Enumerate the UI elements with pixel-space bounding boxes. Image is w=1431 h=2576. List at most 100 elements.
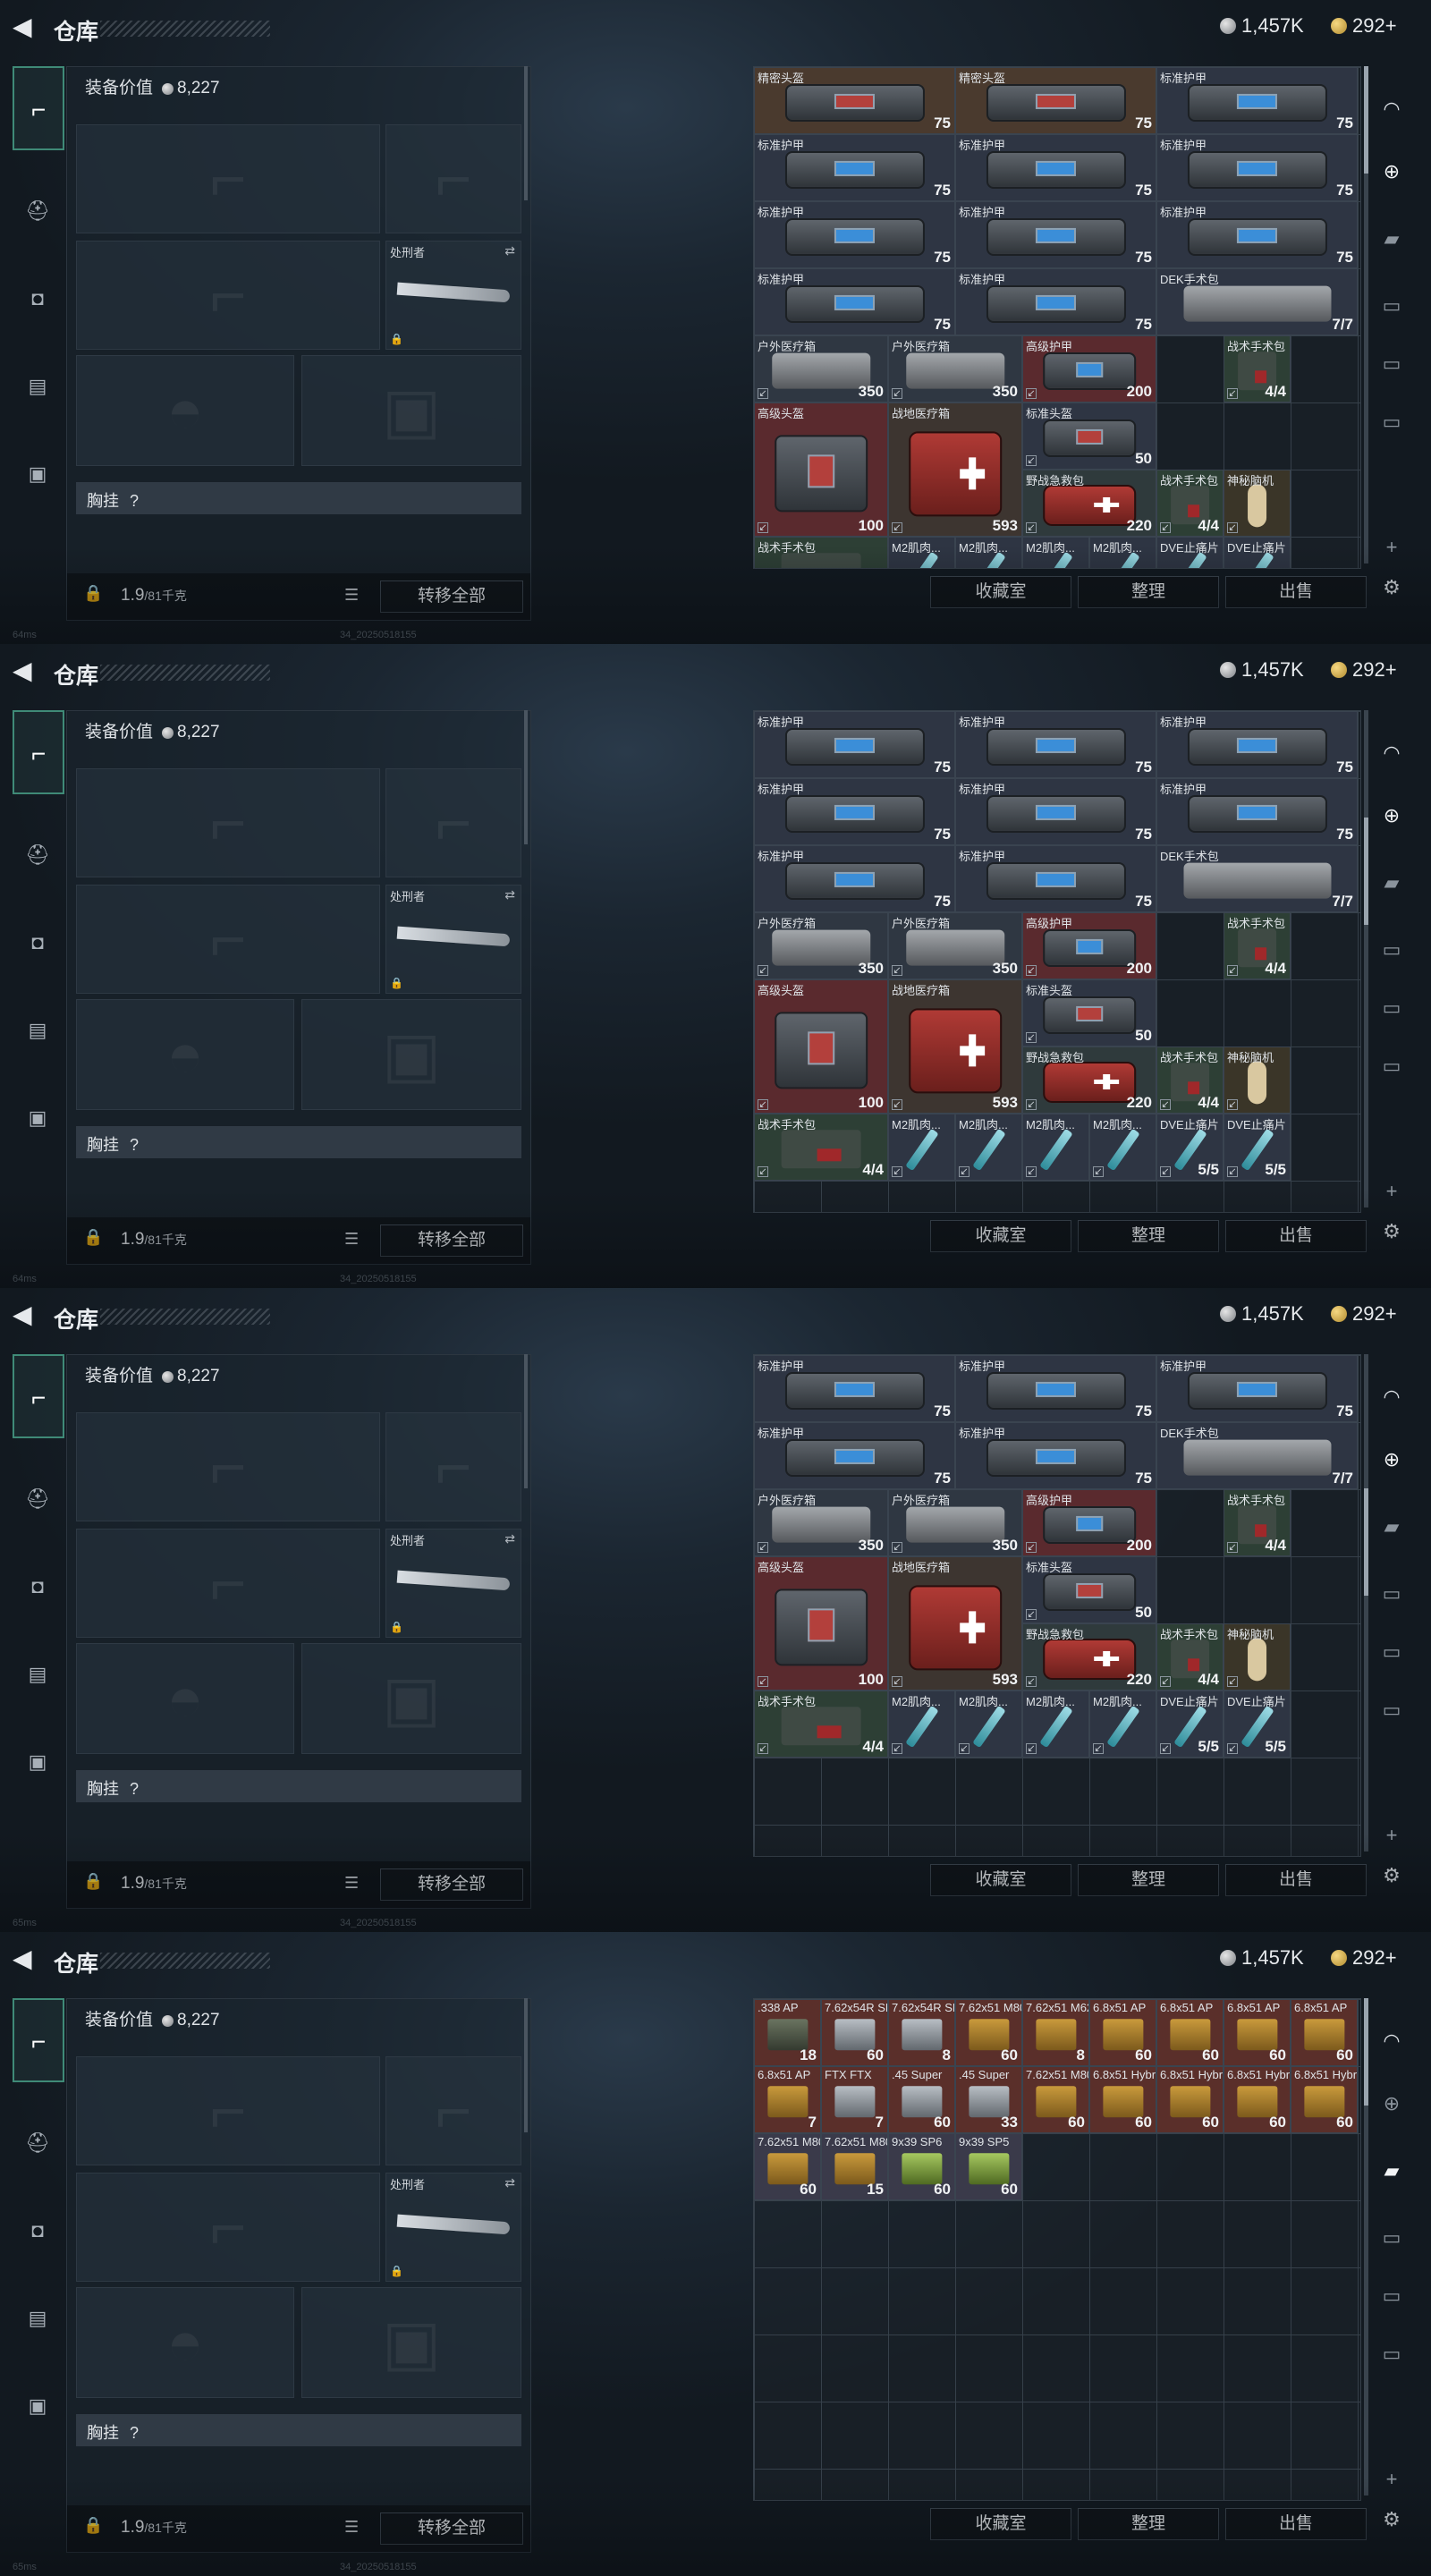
second-primary-slot[interactable]: ⌐ [76,2173,380,2282]
stash-scrollbar[interactable] [1364,1354,1368,1852]
stash-item[interactable]: DEK手术包 7/7 [1156,845,1358,912]
stash-item[interactable]: 户外医疗箱 350 ↙ [888,912,1022,979]
helmet-category-icon[interactable]: ◠ [1372,733,1411,773]
ammo-item[interactable]: 6.8x51 Hybrid 60 [1291,2066,1358,2133]
stash-item[interactable]: DEK手术包 7/7 [1156,268,1358,335]
stash-item[interactable]: 战地医疗箱 593 ↙ [888,1556,1022,1690]
stash-item[interactable]: 精密头盔 75 [754,67,955,134]
second-primary-slot[interactable]: ⌐ [76,1529,380,1638]
ammo-item[interactable]: .338 AP 18 [754,1999,821,2066]
transfer-all-button[interactable]: 转移全部 [380,1868,523,1901]
primary-weapon-slot[interactable]: ⌐ [76,2056,380,2165]
stash-item[interactable]: 战术手术包 4/4 ↙ [754,1690,888,1758]
list-view-icon[interactable]: ☰ [344,1874,359,1893]
stash-item[interactable]: M2肌肉...↙ [1022,537,1089,568]
chest-rig-slot[interactable]: 胸挂? [76,1126,521,1158]
sell-button[interactable]: 出售 [1225,2508,1367,2540]
melee-slot[interactable]: 处刑者 ⇄ 🔒 [385,885,521,994]
collection-room-button[interactable]: 收藏室 [930,1864,1071,1896]
helmet-category-icon[interactable]: ◠ [1372,1377,1411,1417]
sell-button[interactable]: 出售 [1225,576,1367,608]
ammo-item[interactable]: 7.62x54R SNB 8 [888,1999,955,2066]
add-icon[interactable]: + [1372,1172,1411,1211]
melee-slot[interactable]: 处刑者 ⇄ 🔒 [385,1529,521,1638]
chest-rig-slot[interactable]: 胸挂? [76,1770,521,1802]
stash-item[interactable]: M2肌肉...↙ [955,537,1022,568]
transfer-all-button[interactable]: 转移全部 [380,2512,523,2545]
equipment-scrollbar[interactable] [524,710,528,844]
stash-item[interactable]: 高级护甲 200 ↙ [1022,912,1156,979]
stash-item[interactable]: 野战急救包 220 ↙ [1022,1046,1156,1114]
gold-currency[interactable]: 292+ [1331,14,1397,38]
ammo-item[interactable]: 7.62x51 M80 60 [955,1999,1022,2066]
secondary-weapon-slot[interactable]: ⌐ [385,768,521,877]
stash-item[interactable]: 标准头盔 50 ↙ [1022,402,1156,470]
equipment-scrollbar[interactable] [524,66,528,200]
helmet-slot[interactable]: ◓ [76,1643,294,1754]
settings-gear-icon[interactable]: ⚙ [1372,568,1411,607]
tv-icon-2[interactable]: ▭ [1372,344,1411,384]
stash-item[interactable]: DVE止痛片5/5↙ [1156,1690,1224,1758]
swap-icon[interactable]: ⇄ [504,2175,515,2190]
second-primary-slot[interactable]: ⌐ [76,241,380,350]
stash-item[interactable]: DEK手术包 7/7 [1156,1422,1358,1489]
stash-item[interactable]: 标准护甲 75 [754,1355,955,1422]
helmet-category-icon[interactable]: ◠ [1372,2021,1411,2061]
helmet-icon[interactable]: ⛑ [18,191,57,231]
swap-icon[interactable]: ⇄ [504,887,515,902]
tv-icon-3[interactable]: ▭ [1372,1046,1411,1086]
list-view-icon[interactable]: ☰ [344,1230,359,1249]
help-icon[interactable]: ? [130,492,139,510]
help-icon[interactable]: ? [130,2424,139,2442]
stash-item[interactable]: 标准护甲 75 [1156,67,1358,134]
tv-icon-1[interactable]: ▭ [1372,2218,1411,2258]
stash-item[interactable]: 标准护甲 75 [1156,201,1358,268]
tv-icon-1[interactable]: ▭ [1372,930,1411,970]
stash-item[interactable]: 标准护甲 75 [1156,134,1358,201]
stash-item[interactable]: DVE止痛片5/5↙ [1224,1690,1291,1758]
stash-item[interactable]: 户外医疗箱 350 ↙ [754,335,888,402]
gold-currency[interactable]: 292+ [1331,658,1397,682]
tv-icon-1[interactable]: ▭ [1372,1574,1411,1614]
second-primary-slot[interactable]: ⌐ [76,885,380,994]
ammo-item[interactable]: 6.8x51 Hybrid 60 [1224,2066,1291,2133]
swap-icon[interactable]: ⇄ [504,1531,515,1546]
stash-item[interactable]: 标准护甲 75 [754,711,955,778]
armor-slot[interactable]: ▣ [301,2287,521,2398]
collection-room-button[interactable]: 收藏室 [930,576,1071,608]
stash-item[interactable]: 精密头盔 75 [955,67,1156,134]
gold-add-icon[interactable]: + [1385,1302,1397,1325]
sort-button[interactable]: 整理 [1078,576,1219,608]
backpack-icon[interactable]: ◘ [18,1567,57,1606]
stash-item[interactable]: 战术手术包 4/4 ↙ [1224,912,1291,979]
tv-icon-2[interactable]: ▭ [1372,988,1411,1028]
collection-room-button[interactable]: 收藏室 [930,1220,1071,1252]
help-icon[interactable]: ? [130,1136,139,1154]
armor-slot[interactable]: ▣ [301,1643,521,1754]
stash-item[interactable]: 标准护甲 75 [955,268,1156,335]
toolbox-icon[interactable]: ▣ [18,454,57,494]
stash-item[interactable]: 户外医疗箱 350 ↙ [754,1489,888,1556]
clipboard-icon[interactable]: ▤ [18,1655,57,1694]
tv-icon-1[interactable]: ▭ [1372,286,1411,326]
medkit-category-icon[interactable]: ⊕ [1372,2084,1411,2123]
helmet-icon[interactable]: ⛑ [18,2123,57,2163]
stash-item[interactable]: 神秘脑机 ↙ [1224,1046,1291,1114]
stash-item[interactable]: 战术手术包 4/4 ↙ [1224,335,1291,402]
settings-gear-icon[interactable]: ⚙ [1372,1212,1411,1251]
melee-slot[interactable]: 处刑者 ⇄ 🔒 [385,241,521,350]
gold-currency[interactable]: 292+ [1331,1946,1397,1970]
clipboard-icon[interactable]: ▤ [18,367,57,406]
stash-item[interactable]: 户外医疗箱 350 ↙ [754,912,888,979]
collection-room-button[interactable]: 收藏室 [930,2508,1071,2540]
stash-item[interactable]: 户外医疗箱 350 ↙ [888,335,1022,402]
ammo-item[interactable]: 7.62x54R SNB 60 [821,1999,888,2066]
ammo-item[interactable]: 6.8x51 AP 60 [1089,1999,1156,2066]
stash-item[interactable]: 标准护甲 75 [754,1422,955,1489]
stash-item[interactable]: 战术手术包 4/4 ↙ [754,1114,888,1181]
stash-item[interactable]: 高级头盔 100 ↙ [754,979,888,1114]
helmet-slot[interactable]: ◓ [76,2287,294,2398]
stash-item[interactable]: DVE止痛片5/5↙ [1156,537,1224,568]
stash-item[interactable]: 野战急救包 220 ↙ [1022,1623,1156,1690]
stash-scrollbar[interactable] [1364,710,1368,1208]
